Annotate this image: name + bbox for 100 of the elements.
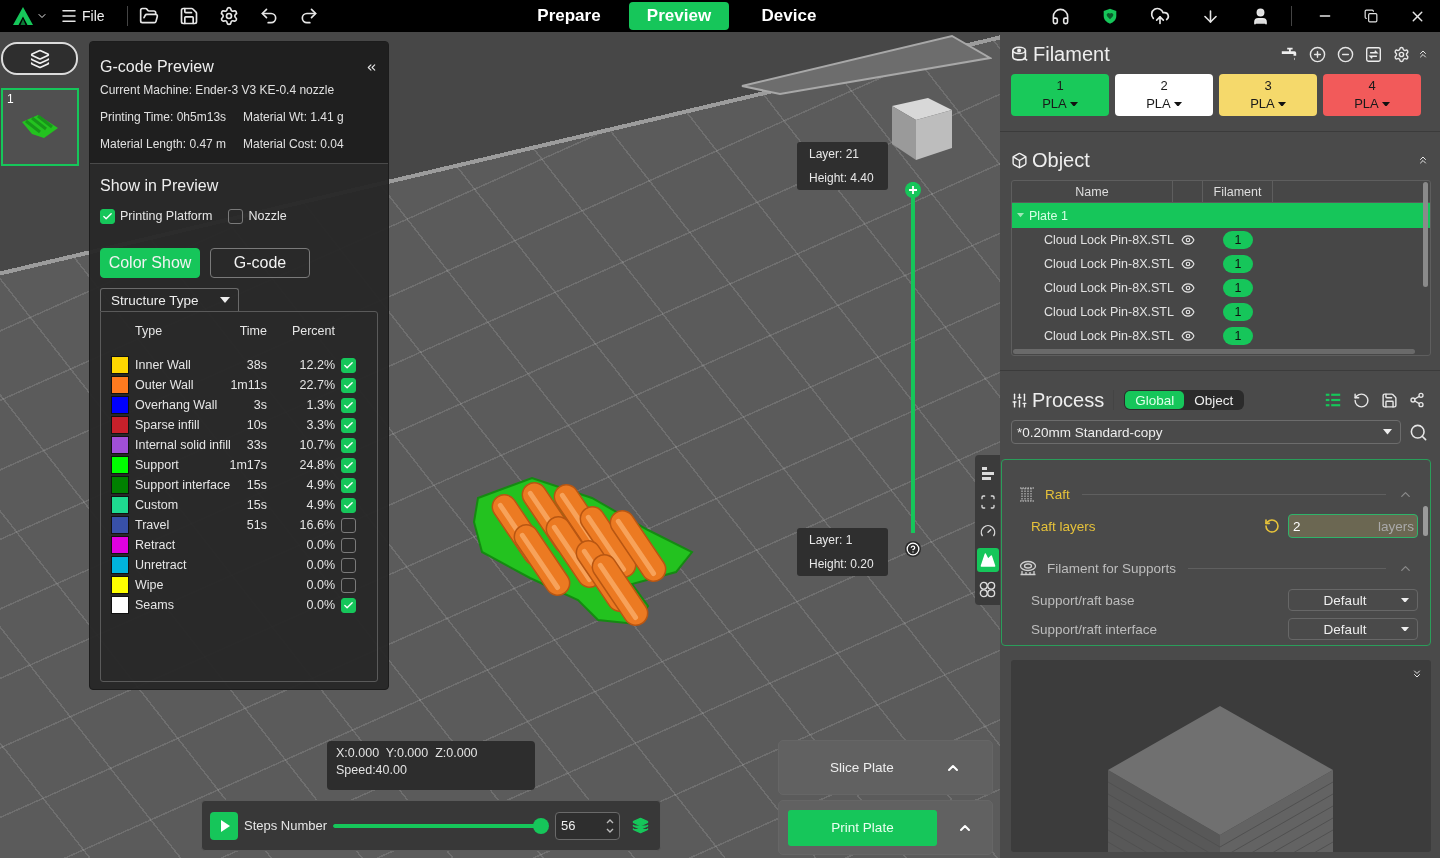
scrollbar[interactable] [1423,506,1428,536]
settings-icon[interactable] [1392,45,1410,63]
eye-icon[interactable] [1181,305,1195,319]
caret-icon [1383,429,1392,435]
layers-icon[interactable] [632,817,650,834]
collapse-icon[interactable] [1417,154,1429,166]
layer-slider-thumb[interactable] [905,182,921,198]
checkbox[interactable] [341,377,356,393]
cloud-upload-icon[interactable] [1150,6,1170,26]
check-icon [343,399,354,411]
viewport-canvas[interactable] [0,32,1000,858]
filament-slot-button[interactable]: 4 PLA [1323,74,1421,116]
save-icon[interactable] [1380,391,1398,409]
checkbox[interactable] [341,457,356,473]
collapse-icon[interactable] [1417,48,1429,60]
mode-tab[interactable]: Prepare [519,2,619,30]
checkbox[interactable] [228,208,244,224]
add-icon[interactable] [1308,45,1326,63]
scope-tab[interactable]: Object [1184,391,1244,409]
slice-plate-button[interactable]: Slice Plate [778,740,993,795]
slider-thumb[interactable] [533,817,550,834]
faucet-icon[interactable] [1280,45,1298,63]
remove-icon[interactable] [1336,45,1354,63]
checkbox[interactable] [341,497,356,513]
plate-thumbnail[interactable]: 1 [1,88,79,166]
caret-icon [1401,597,1409,603]
mode-tab[interactable]: Device [739,2,839,30]
filament-slot-button[interactable]: 2 PLA [1115,74,1213,116]
list-icon[interactable] [1324,391,1342,409]
filament-badge[interactable]: 1 [1223,231,1253,249]
object-name[interactable]: Cloud Lock Pin-8X.STL [1012,257,1173,271]
file-menu-button[interactable]: File [58,2,107,30]
legend-percent: 0.0% [306,598,335,612]
eye-icon[interactable] [1181,257,1195,271]
checkbox[interactable] [341,537,356,553]
setting-dropdown[interactable]: Default [1288,589,1418,611]
preset-dropdown[interactable]: *0.20mm Standard-copy [1011,420,1401,444]
checkbox[interactable] [100,208,115,224]
legend-time: 3s [253,398,267,412]
check-icon [343,359,354,371]
filament-slot-button[interactable]: 1 PLA [1011,74,1109,116]
undo-icon[interactable] [258,6,279,26]
filament-badge[interactable]: 1 [1223,279,1253,297]
checkbox[interactable] [341,557,356,573]
legend-percent: 4.9% [306,498,335,512]
logo-icon[interactable] [12,6,34,26]
view-mode-button[interactable]: G-code [210,248,310,278]
panel-title: G-code Preview [100,57,214,77]
legend-percent: 22.7% [299,378,335,392]
layers-button[interactable] [1,42,78,75]
restore-icon[interactable] [1364,9,1378,23]
section-title: Object [1032,148,1090,172]
folder-icon[interactable] [138,6,159,26]
swap-icon[interactable] [1364,45,1382,63]
number-field[interactable]: 2 layers [1288,514,1418,538]
checkbox-label: Printing Platform [120,209,213,223]
legend-type: Overhang Wall [135,398,218,412]
column-header: Percent [291,324,335,338]
checkbox[interactable] [341,397,356,413]
filament-slot-button[interactable]: 3 PLA [1219,74,1317,116]
check-icon [343,599,354,611]
view-type-dropdown[interactable]: Structure Type [100,288,239,311]
scrollbar[interactable] [1423,182,1428,287]
setting-label: Support/raft base [1031,592,1135,608]
legend-percent: 12.2% [299,358,335,372]
checkbox[interactable] [341,417,356,433]
mountain-icon[interactable] [976,548,999,572]
save-icon[interactable] [178,6,199,26]
eye-icon[interactable] [1181,281,1195,295]
shield-icon[interactable] [1101,7,1119,25]
checkbox[interactable] [341,597,356,613]
filament-badge[interactable]: 1 [1223,303,1253,321]
checkbox[interactable] [341,357,356,373]
filament-badge[interactable]: 1 [1223,327,1253,345]
eye-icon[interactable] [1181,329,1195,343]
eye-icon[interactable] [1181,233,1195,247]
group-title: Raft [1045,486,1070,502]
checkbox[interactable] [341,577,356,593]
share-icon[interactable] [1409,392,1425,408]
play-icon[interactable] [210,811,238,840]
scrollbar[interactable] [1013,349,1415,354]
checkbox[interactable] [341,437,356,453]
settings-icon[interactable] [218,6,239,26]
checkbox[interactable] [341,517,356,533]
plate-number: 1 [7,92,14,106]
setting-dropdown[interactable]: Default [1288,618,1418,640]
checkbox[interactable] [341,477,356,493]
reset-icon[interactable] [1264,518,1280,534]
steps-spin-field[interactable]: 56 [555,811,621,840]
headset-icon[interactable] [1050,6,1070,26]
object-name[interactable]: Cloud Lock Pin-8X.STL [1012,233,1173,247]
refresh-icon[interactable] [1352,391,1370,409]
object-name[interactable]: Cloud Lock Pin-8X.STL [1012,329,1173,343]
expand-icon[interactable] [1411,668,1423,680]
filament-badge[interactable]: 1 [1223,255,1253,273]
legend-percent: 16.6% [299,518,335,532]
help-icon[interactable] [905,541,921,557]
object-name[interactable]: Cloud Lock Pin-8X.STL [1012,281,1173,295]
object-name[interactable]: Cloud Lock Pin-8X.STL [1012,305,1173,319]
search-icon[interactable] [1409,422,1428,442]
